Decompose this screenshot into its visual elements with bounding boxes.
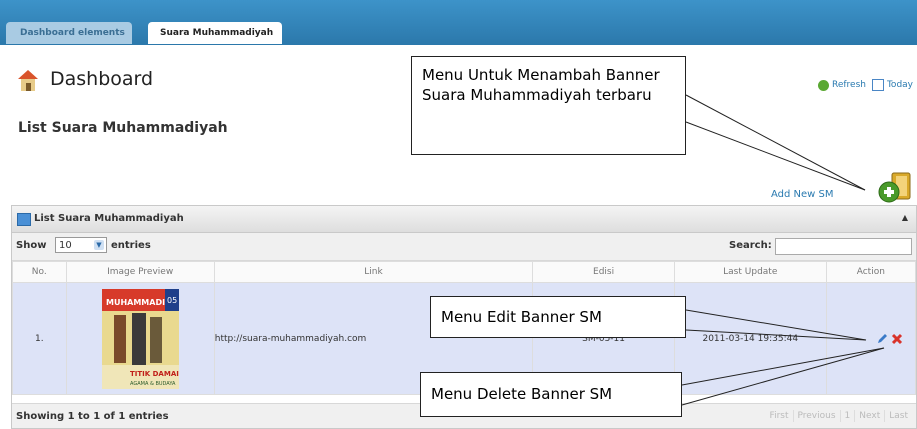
delete-x-icon[interactable]	[891, 333, 903, 345]
refresh-link[interactable]: Refresh	[832, 80, 866, 90]
pager-first[interactable]: First	[766, 410, 793, 422]
cell-no: 1.	[12, 282, 67, 395]
pager-next[interactable]: Next	[854, 410, 884, 422]
panel-header: List Suara Muhammadiyah ▲	[12, 206, 916, 233]
search-label: Search:	[729, 240, 772, 251]
tab-dashboard-elements[interactable]: Dashboard elements	[6, 22, 132, 44]
entries-label: entries	[111, 240, 151, 251]
add-new-sm-link[interactable]: Add New SM	[771, 189, 834, 200]
callout-add-banner: Menu Untuk Menambah Banner Suara Muhamma…	[411, 56, 686, 155]
thumbnail-headline-1: TITIK DAMAI	[130, 370, 179, 378]
top-actions: Refresh Today	[817, 79, 913, 91]
collapse-arrow-icon[interactable]: ▲	[902, 213, 908, 222]
pager-previous[interactable]: Previous	[792, 410, 840, 422]
search-input[interactable]	[775, 238, 912, 255]
entries-value: 10	[59, 240, 72, 251]
cell-last-update: 2011-03-14 19:35:44	[673, 282, 827, 395]
callout-edit-banner: Menu Edit Banner SM	[430, 296, 686, 338]
entries-select[interactable]: 10 ▼	[55, 237, 107, 253]
refresh-icon[interactable]	[817, 79, 829, 91]
col-header-link[interactable]: Link	[213, 261, 534, 283]
col-header-last-update[interactable]: Last Update	[673, 261, 827, 283]
callout-delete-banner: Menu Delete Banner SM	[420, 372, 682, 417]
edit-pencil-icon[interactable]	[876, 333, 888, 345]
cell-image-preview: MUHAMMADIYAH 05 TITIK DAMAI AGAMA & BUDA…	[65, 282, 215, 395]
col-header-no[interactable]: No.	[12, 261, 67, 283]
pager-last[interactable]: Last	[884, 410, 912, 422]
show-label: Show	[16, 240, 47, 251]
top-navigation-bar: Dashboard elements Suara Muhammadiyah	[0, 0, 917, 45]
page-title: Dashboard	[50, 68, 154, 90]
panel-title: List Suara Muhammadiyah	[34, 213, 184, 224]
thumbnail-headline-2: AGAMA & BUDAYA	[130, 381, 176, 387]
add-folder-icon[interactable]	[876, 171, 914, 205]
banner-thumbnail[interactable]: MUHAMMADIYAH 05 TITIK DAMAI AGAMA & BUDA…	[101, 288, 179, 389]
col-header-edisi[interactable]: Edisi	[532, 261, 675, 283]
dropdown-arrow-icon[interactable]: ▼	[94, 240, 104, 250]
col-header-image-preview[interactable]: Image Preview	[65, 261, 215, 283]
pagination: First Previous 1 Next Last	[766, 410, 912, 422]
table-controls: Show 10 ▼ entries Search:	[12, 233, 916, 261]
table-header-row: No. Image Preview Link Edisi Last Update…	[12, 261, 917, 283]
cell-action	[825, 282, 917, 395]
col-header-action[interactable]: Action	[825, 261, 917, 283]
pager-page-1[interactable]: 1	[839, 410, 855, 422]
tab-suara-muhammadiyah[interactable]: Suara Muhammadiyah	[148, 22, 282, 44]
thumbnail-issue: 05	[167, 296, 177, 305]
home-icon	[18, 70, 38, 91]
section-title: List Suara Muhammadiyah	[18, 120, 228, 136]
today-link[interactable]: Today	[887, 80, 913, 90]
table-info: Showing 1 to 1 of 1 entries	[16, 411, 169, 422]
calendar-icon[interactable]	[871, 79, 884, 91]
list-icon	[17, 213, 31, 226]
